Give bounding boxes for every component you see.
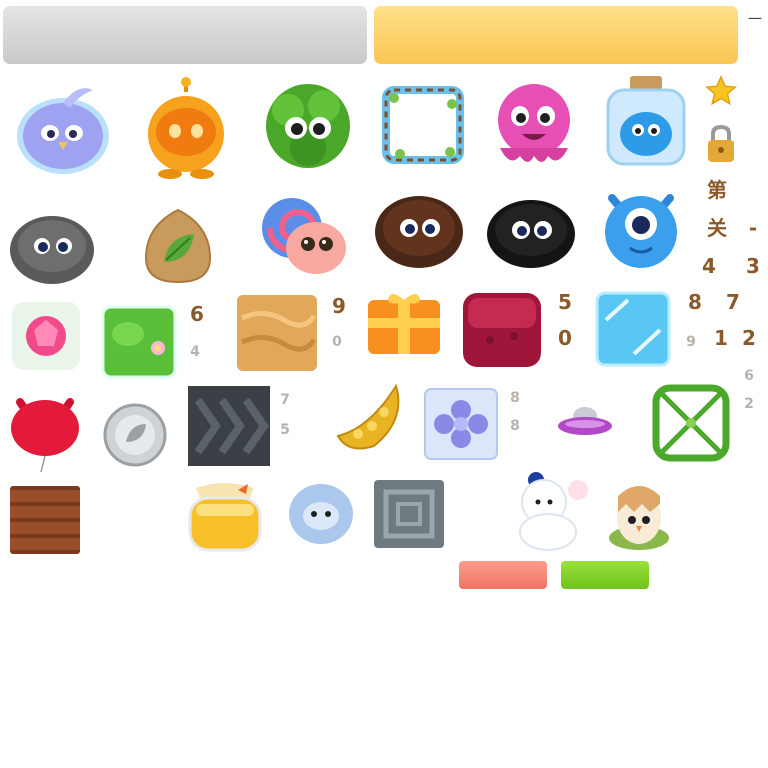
brown-fuzzball-icon[interactable]	[372, 190, 466, 270]
wooden-crate-icon[interactable]	[8, 484, 82, 556]
vine-frame-icon[interactable]	[380, 84, 466, 166]
ufo-icon[interactable]	[556, 404, 614, 440]
dash-top-glyph: 一	[748, 12, 762, 28]
chevron-conveyor-icon[interactable]	[188, 386, 270, 466]
polar-bear-icon[interactable]	[508, 468, 592, 552]
digit-8a: 8	[688, 290, 702, 314]
blue-cyclops-icon[interactable]	[596, 184, 686, 272]
gray-fuzzball-icon[interactable]	[6, 206, 98, 286]
digit-9: 9	[332, 294, 346, 318]
digit-8c: 8	[510, 418, 520, 434]
lily-pad-tile-icon[interactable]	[100, 304, 178, 380]
snail-icon[interactable]	[258, 190, 350, 280]
bird-icon[interactable]	[8, 78, 118, 178]
ice-block-icon[interactable]	[594, 290, 672, 368]
char-di: 第	[707, 178, 727, 202]
red-balloon-icon[interactable]	[6, 392, 84, 474]
digit-6b: 6	[744, 368, 754, 384]
gold-panel	[374, 6, 738, 64]
digit-0b: 0	[558, 326, 572, 350]
jelly-block-icon[interactable]	[460, 290, 544, 370]
digit-7b: 7	[280, 392, 290, 408]
green-button[interactable]	[561, 561, 649, 589]
pink-octopus-icon[interactable]	[490, 76, 578, 172]
yeti-icon[interactable]	[284, 476, 358, 546]
gray-panel	[3, 6, 367, 64]
digit-3a: 3	[746, 254, 760, 278]
digit-6: 6	[190, 302, 204, 326]
digit-1: 1	[714, 326, 728, 350]
lock-icon	[708, 124, 734, 162]
digit-9b: 9	[686, 334, 696, 350]
yellow-pod-icon[interactable]	[330, 380, 406, 454]
chick-egg-icon[interactable]	[604, 476, 674, 554]
stone-tile-icon[interactable]	[372, 478, 446, 550]
green-bush-icon[interactable]	[258, 78, 358, 172]
digit-5a: 5	[558, 290, 572, 314]
red-button[interactable]	[459, 561, 547, 589]
vine-net-icon[interactable]	[648, 380, 734, 466]
gift-box-icon[interactable]	[364, 290, 444, 358]
orange-robot-icon[interactable]	[138, 76, 234, 180]
digit-7a: 7	[726, 290, 740, 314]
digit-2a: 2	[742, 326, 756, 350]
star-icon	[705, 75, 737, 106]
black-fuzzball-icon[interactable]	[484, 194, 578, 272]
digit-4b: 4	[190, 344, 200, 360]
leaf-stone-icon[interactable]	[140, 206, 216, 286]
digit-4a: 4	[702, 254, 716, 278]
digit-2b: 2	[744, 396, 754, 412]
honey-jar-icon[interactable]	[184, 480, 266, 554]
bird-jar-icon[interactable]	[600, 74, 692, 170]
silver-coin-icon[interactable]	[102, 402, 168, 468]
digit-8b: 8	[510, 390, 520, 406]
purple-flower-tile-icon[interactable]	[422, 386, 500, 462]
pink-gem-icon[interactable]	[8, 298, 84, 374]
char-guan: 关	[707, 216, 727, 240]
sand-tile-icon[interactable]	[234, 292, 320, 374]
dash-glyph: -	[748, 216, 758, 240]
digit-0a: 0	[332, 334, 342, 350]
digit-5b: 5	[280, 422, 290, 438]
